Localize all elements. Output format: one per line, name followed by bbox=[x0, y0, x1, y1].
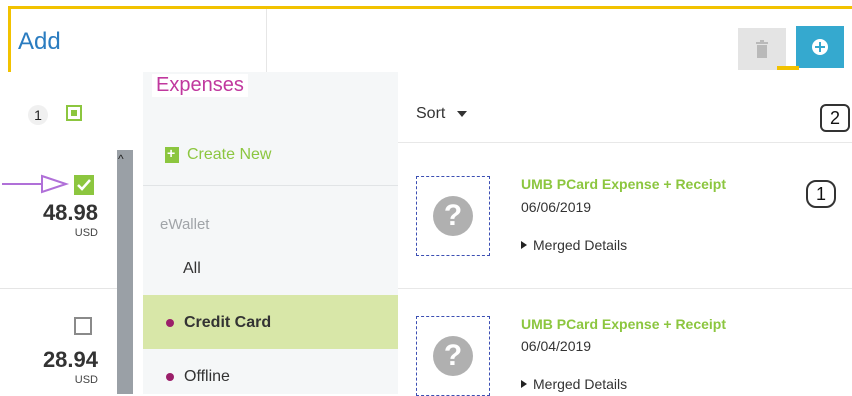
question-mark-icon: ? bbox=[433, 336, 473, 376]
add-button[interactable] bbox=[796, 26, 844, 68]
row-amount: 28.94 bbox=[42, 347, 98, 372]
expense-date: 06/04/2019 bbox=[521, 338, 592, 354]
page-title: Add bbox=[18, 28, 61, 55]
sort-dropdown[interactable]: Sort bbox=[416, 105, 468, 123]
step-badge: 1 bbox=[28, 105, 48, 125]
expense-title[interactable]: UMB PCard Expense + Receipt bbox=[521, 316, 726, 332]
sidebar-item-offline[interactable]: Offline bbox=[166, 368, 230, 386]
sidebar-item-label: Credit Card bbox=[184, 314, 272, 331]
merged-details-toggle[interactable]: Merged Details bbox=[521, 237, 627, 253]
create-new-button[interactable]: Create New bbox=[165, 145, 272, 164]
trash-icon bbox=[756, 40, 768, 58]
add-button-highlight bbox=[777, 66, 799, 70]
merged-details-label: Merged Details bbox=[533, 237, 628, 253]
plus-circle-icon bbox=[812, 39, 828, 55]
row-currency: USD bbox=[74, 374, 98, 386]
merged-details-toggle[interactable]: Merged Details bbox=[521, 376, 627, 392]
delete-button[interactable] bbox=[738, 28, 786, 70]
expense-date: 06/06/2019 bbox=[521, 199, 592, 215]
caret-down-icon bbox=[457, 111, 468, 117]
receipt-thumbnail[interactable]: ? bbox=[416, 316, 490, 396]
caret-right-icon bbox=[521, 380, 527, 388]
row-currency: USD bbox=[74, 227, 98, 239]
caret-right-icon bbox=[521, 241, 527, 249]
header-divider bbox=[266, 9, 267, 75]
row-amount: 48.98 bbox=[42, 200, 98, 225]
sidebar-section-ewallet: eWallet bbox=[160, 216, 210, 233]
callout-badge: 2 bbox=[820, 104, 850, 132]
scroll-up-chevron-icon[interactable]: ^ bbox=[118, 152, 124, 166]
expense-title[interactable]: UMB PCard Expense + Receipt bbox=[521, 176, 726, 192]
question-mark-icon: ? bbox=[433, 196, 473, 236]
item-divider bbox=[398, 288, 852, 289]
receipt-thumbnail[interactable]: ? bbox=[416, 176, 490, 256]
create-new-label: Create New bbox=[187, 146, 272, 163]
sidebar-item-label: Offline bbox=[184, 368, 230, 385]
scrollbar[interactable] bbox=[117, 150, 133, 394]
checkmark-icon bbox=[77, 179, 91, 191]
sidebar-item-credit-card[interactable]: Credit Card bbox=[166, 314, 271, 332]
sortbar-divider bbox=[398, 142, 852, 143]
row-checkbox[interactable] bbox=[74, 317, 92, 335]
sidebar-item-all[interactable]: All bbox=[183, 260, 201, 278]
document-plus-icon bbox=[165, 145, 179, 163]
top-bar bbox=[8, 6, 852, 75]
bullet-icon bbox=[166, 373, 174, 381]
sidebar-title: Expenses bbox=[152, 74, 248, 97]
sort-label: Sort bbox=[416, 105, 446, 122]
select-all-checkbox[interactable] bbox=[66, 105, 82, 121]
row-checkbox-checked[interactable] bbox=[74, 175, 94, 195]
row-divider bbox=[0, 288, 117, 289]
pointer-arrow-icon bbox=[2, 174, 70, 194]
callout-badge: 1 bbox=[806, 180, 836, 208]
merged-details-label: Merged Details bbox=[533, 376, 628, 392]
bullet-icon bbox=[166, 319, 174, 327]
sidebar-divider bbox=[143, 185, 398, 186]
